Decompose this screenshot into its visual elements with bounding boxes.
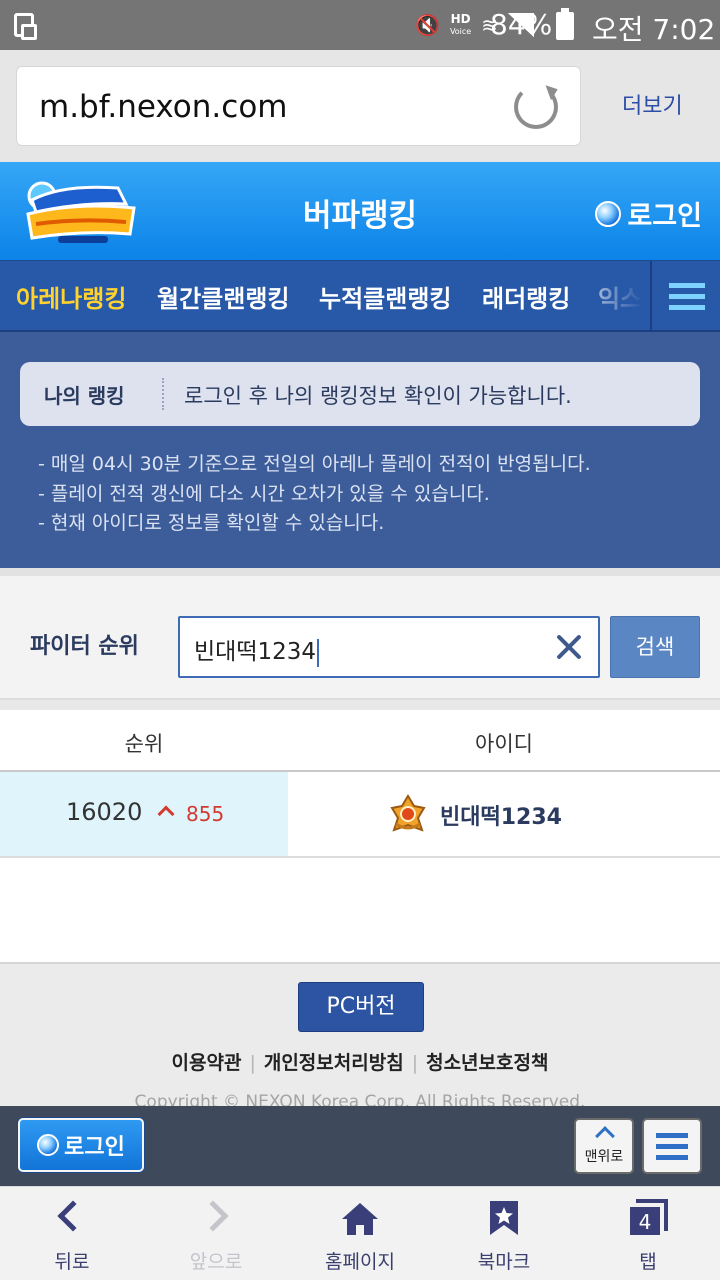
tabs-icon: 4	[630, 1199, 668, 1235]
tab-arena-ranking[interactable]: 아레나랭킹	[16, 279, 126, 314]
notes-list: - 매일 04시 30분 기준으로 전일의 아레나 플레이 전적이 반영됩니다.…	[38, 450, 591, 539]
site-header: 버파랭킹 로그인	[0, 162, 720, 260]
table-row[interactable]: 16020 855 빈대떡1234	[0, 772, 720, 858]
screen-icon	[14, 13, 37, 40]
column-rank: 순위	[124, 732, 164, 756]
hd-voice-icon: HD Voice	[449, 11, 472, 36]
note-item: - 매일 04시 30분 기준으로 전일의 아레나 플레이 전적이 반영됩니다.	[38, 453, 591, 475]
forward-button[interactable]: 앞으로	[144, 1187, 288, 1280]
mute-icon: 🔇	[415, 13, 440, 37]
menu-icon[interactable]	[650, 261, 720, 330]
browser-bottom-nav: 뒤로 앞으로 홈페이지 북마크 4 탭	[0, 1186, 720, 1280]
search-button[interactable]: 검색	[610, 616, 700, 678]
tab-total-clan-ranking[interactable]: 누적클랜랭킹	[319, 279, 451, 314]
search-value[interactable]: 빈대떡1234	[194, 632, 320, 667]
forward-label: 앞으로	[189, 1251, 243, 1273]
rank-tier-icon	[390, 794, 426, 832]
floating-login-button[interactable]: 로그인	[18, 1118, 144, 1172]
note-item: - 플레이 전적 갱신에 다소 시간 오차가 있을 수 있습니다.	[38, 482, 490, 505]
info-panel: 나의 랭킹 로그인 후 나의 랭킹정보 확인이 가능합니다. - 매일 04시 …	[0, 332, 720, 568]
clear-icon[interactable]	[554, 632, 584, 662]
battery-percent: 84%	[490, 8, 553, 41]
table-header: 순위 아이디	[0, 710, 720, 772]
footer: PC버전 이용약관 | 개인정보처리방침 | 청소년보호정책 Copyright © N…	[0, 962, 720, 1112]
login-orb-icon	[37, 1134, 60, 1156]
floating-menu-button[interactable]	[642, 1118, 702, 1174]
my-ranking-box: 나의 랭킹 로그인 후 나의 랭킹정보 확인이 가능합니다.	[20, 362, 700, 426]
address-bar[interactable]: m.bf.nexon.com	[16, 66, 581, 146]
search-label: 파이터 순위	[30, 634, 139, 659]
clock: 오전 7:02	[592, 13, 716, 46]
more-button[interactable]: 더보기	[622, 88, 683, 120]
back-label: 뒤로	[54, 1251, 90, 1273]
divider	[0, 700, 720, 710]
rank-value: 16020	[66, 798, 143, 826]
tab-ladder-ranking[interactable]: 래더랭킹	[482, 279, 570, 314]
forward-icon	[197, 1200, 229, 1232]
login-label: 로그인	[627, 201, 702, 232]
floating-bar: 로그인 맨위로	[0, 1106, 720, 1186]
scroll-top-button[interactable]: 맨위로	[574, 1118, 634, 1174]
home-icon	[342, 1203, 378, 1235]
ranking-tabs: 아레나랭킹 월간클랜랭킹 누적클랜랭킹 래더랭킹 익스	[0, 260, 720, 332]
divider	[162, 378, 164, 410]
rank-cell: 16020 855	[0, 772, 288, 856]
battery-icon	[556, 8, 574, 40]
home-button[interactable]: 홈페이지	[288, 1187, 432, 1280]
login-orb-icon	[595, 200, 622, 227]
youth-policy-link[interactable]: 청소년보호정책	[426, 1052, 548, 1074]
search-input[interactable]: 빈대떡1234	[178, 616, 600, 678]
browser-toolbar: m.bf.nexon.com 더보기	[0, 50, 720, 162]
back-icon	[57, 1200, 89, 1232]
bookmark-label: 북마크	[477, 1251, 531, 1273]
my-ranking-label: 나의 랭킹	[44, 384, 125, 408]
status-bar: 🔇 HD Voice ≋ 84% 오전 7:02	[0, 0, 720, 50]
rank-up-icon	[157, 805, 175, 823]
login-label: 로그인	[64, 1135, 125, 1160]
search-area: 파이터 순위 빈대떡1234 검색	[0, 568, 720, 700]
tabs-label: 탭	[639, 1251, 657, 1273]
login-button[interactable]: 로그인	[595, 194, 702, 233]
pc-version-button[interactable]: PC버전	[298, 982, 424, 1032]
url-text[interactable]: m.bf.nexon.com	[39, 89, 287, 125]
home-label: 홈페이지	[325, 1251, 395, 1273]
tabs-button[interactable]: 4 탭	[576, 1187, 720, 1280]
my-ranking-message: 로그인 후 나의 랭킹정보 확인이 가능합니다.	[184, 384, 572, 408]
divider: |	[249, 1052, 256, 1074]
reload-icon[interactable]	[514, 85, 558, 129]
footer-links: 이용약관 | 개인정보처리방침 | 청소년보호정책	[0, 1048, 720, 1075]
tab-fade	[570, 261, 650, 330]
back-button[interactable]: 뒤로	[0, 1187, 144, 1280]
bookmark-icon	[490, 1201, 518, 1235]
rank-change: 855	[186, 802, 225, 826]
bookmark-button[interactable]: 북마크	[432, 1187, 576, 1280]
text-caret	[317, 638, 320, 667]
note-item: - 현재 아이디로 정보를 확인할 수 있습니다.	[38, 512, 385, 534]
tab-monthly-clan-ranking[interactable]: 월간클랜랭킹	[157, 279, 289, 314]
tab-count: 4	[639, 1210, 652, 1234]
column-id: 아이디	[475, 732, 533, 756]
user-id-link[interactable]: 빈대떡1234	[440, 799, 562, 831]
divider: |	[411, 1052, 419, 1074]
scroll-top-label: 맨위로	[584, 1149, 624, 1165]
terms-link[interactable]: 이용약관	[172, 1052, 242, 1074]
chevron-up-icon	[595, 1126, 615, 1146]
privacy-link[interactable]: 개인정보처리방침	[264, 1052, 404, 1074]
